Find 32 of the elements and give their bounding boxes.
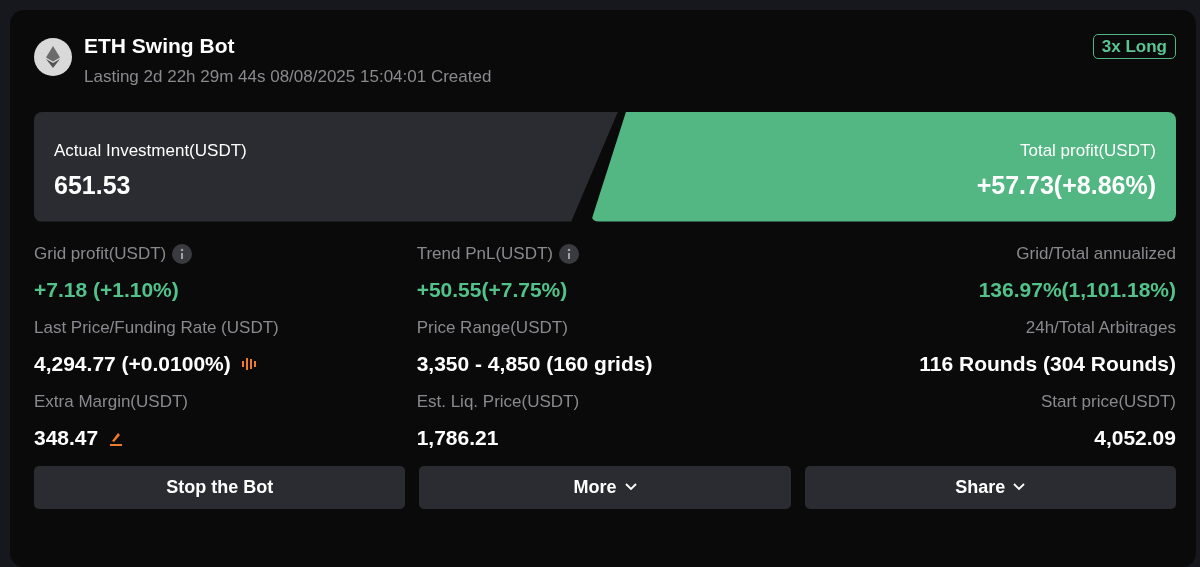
stat-label: Extra Margin(USDT) [34,390,188,413]
info-icon[interactable] [559,243,579,264]
stat-value: 3,350 - 4,850 (160 grids) [416,350,653,377]
stat-value: +7.18 (+1.10%) [34,276,179,303]
investment-label: Actual Investment(USDT) [54,139,248,162]
stat-label: Grid profit(USDT) [34,242,167,265]
stat-value: 1,786.21 [416,424,499,451]
total-profit-value: +57.73(+8.86%) [975,170,1156,201]
total-profit-label: Total profit(USDT) [1018,139,1156,162]
stat-value: 4,294.77 (+0.0100%) [34,350,231,377]
wave-icon[interactable] [240,355,257,372]
bot-subtitle: Lasting 2d 22h 29m 44s 08/08/2025 15:04:01 Created [84,66,492,88]
leverage-badge: 3x Long [1092,34,1176,59]
action-button[interactable]: Share [804,465,1176,509]
stat-label: Est. Liq. Price(USDT) [416,390,580,413]
bot-title: ETH Swing Bot [84,33,236,59]
action-button[interactable]: More [419,465,791,509]
stat-value: +50.55(+7.75%) [416,276,568,303]
investment-value: 651.53 [54,170,132,201]
stat-label: Trend PnL(USDT) [416,242,553,265]
ethereum-icon [34,38,72,76]
stat-label: Last Price/Funding Rate (USDT) [34,316,279,339]
action-button[interactable]: Stop the Bot [34,465,406,509]
stat-label: Grid/Total annualized [1016,242,1176,265]
stat-label: 24h/Total Arbitrages [1025,316,1176,339]
stat-value: 348.47 [34,424,99,451]
stat-value: 136.97%(1,101.18%) [978,276,1176,303]
stat-label: Price Range(USDT) [416,316,568,339]
stat-value: 4,052.09 [1094,424,1176,451]
stat-label: Start price(USDT) [1040,390,1176,413]
info-icon[interactable] [172,243,193,264]
stat-value: 116 Rounds (304 Rounds) [919,350,1176,377]
